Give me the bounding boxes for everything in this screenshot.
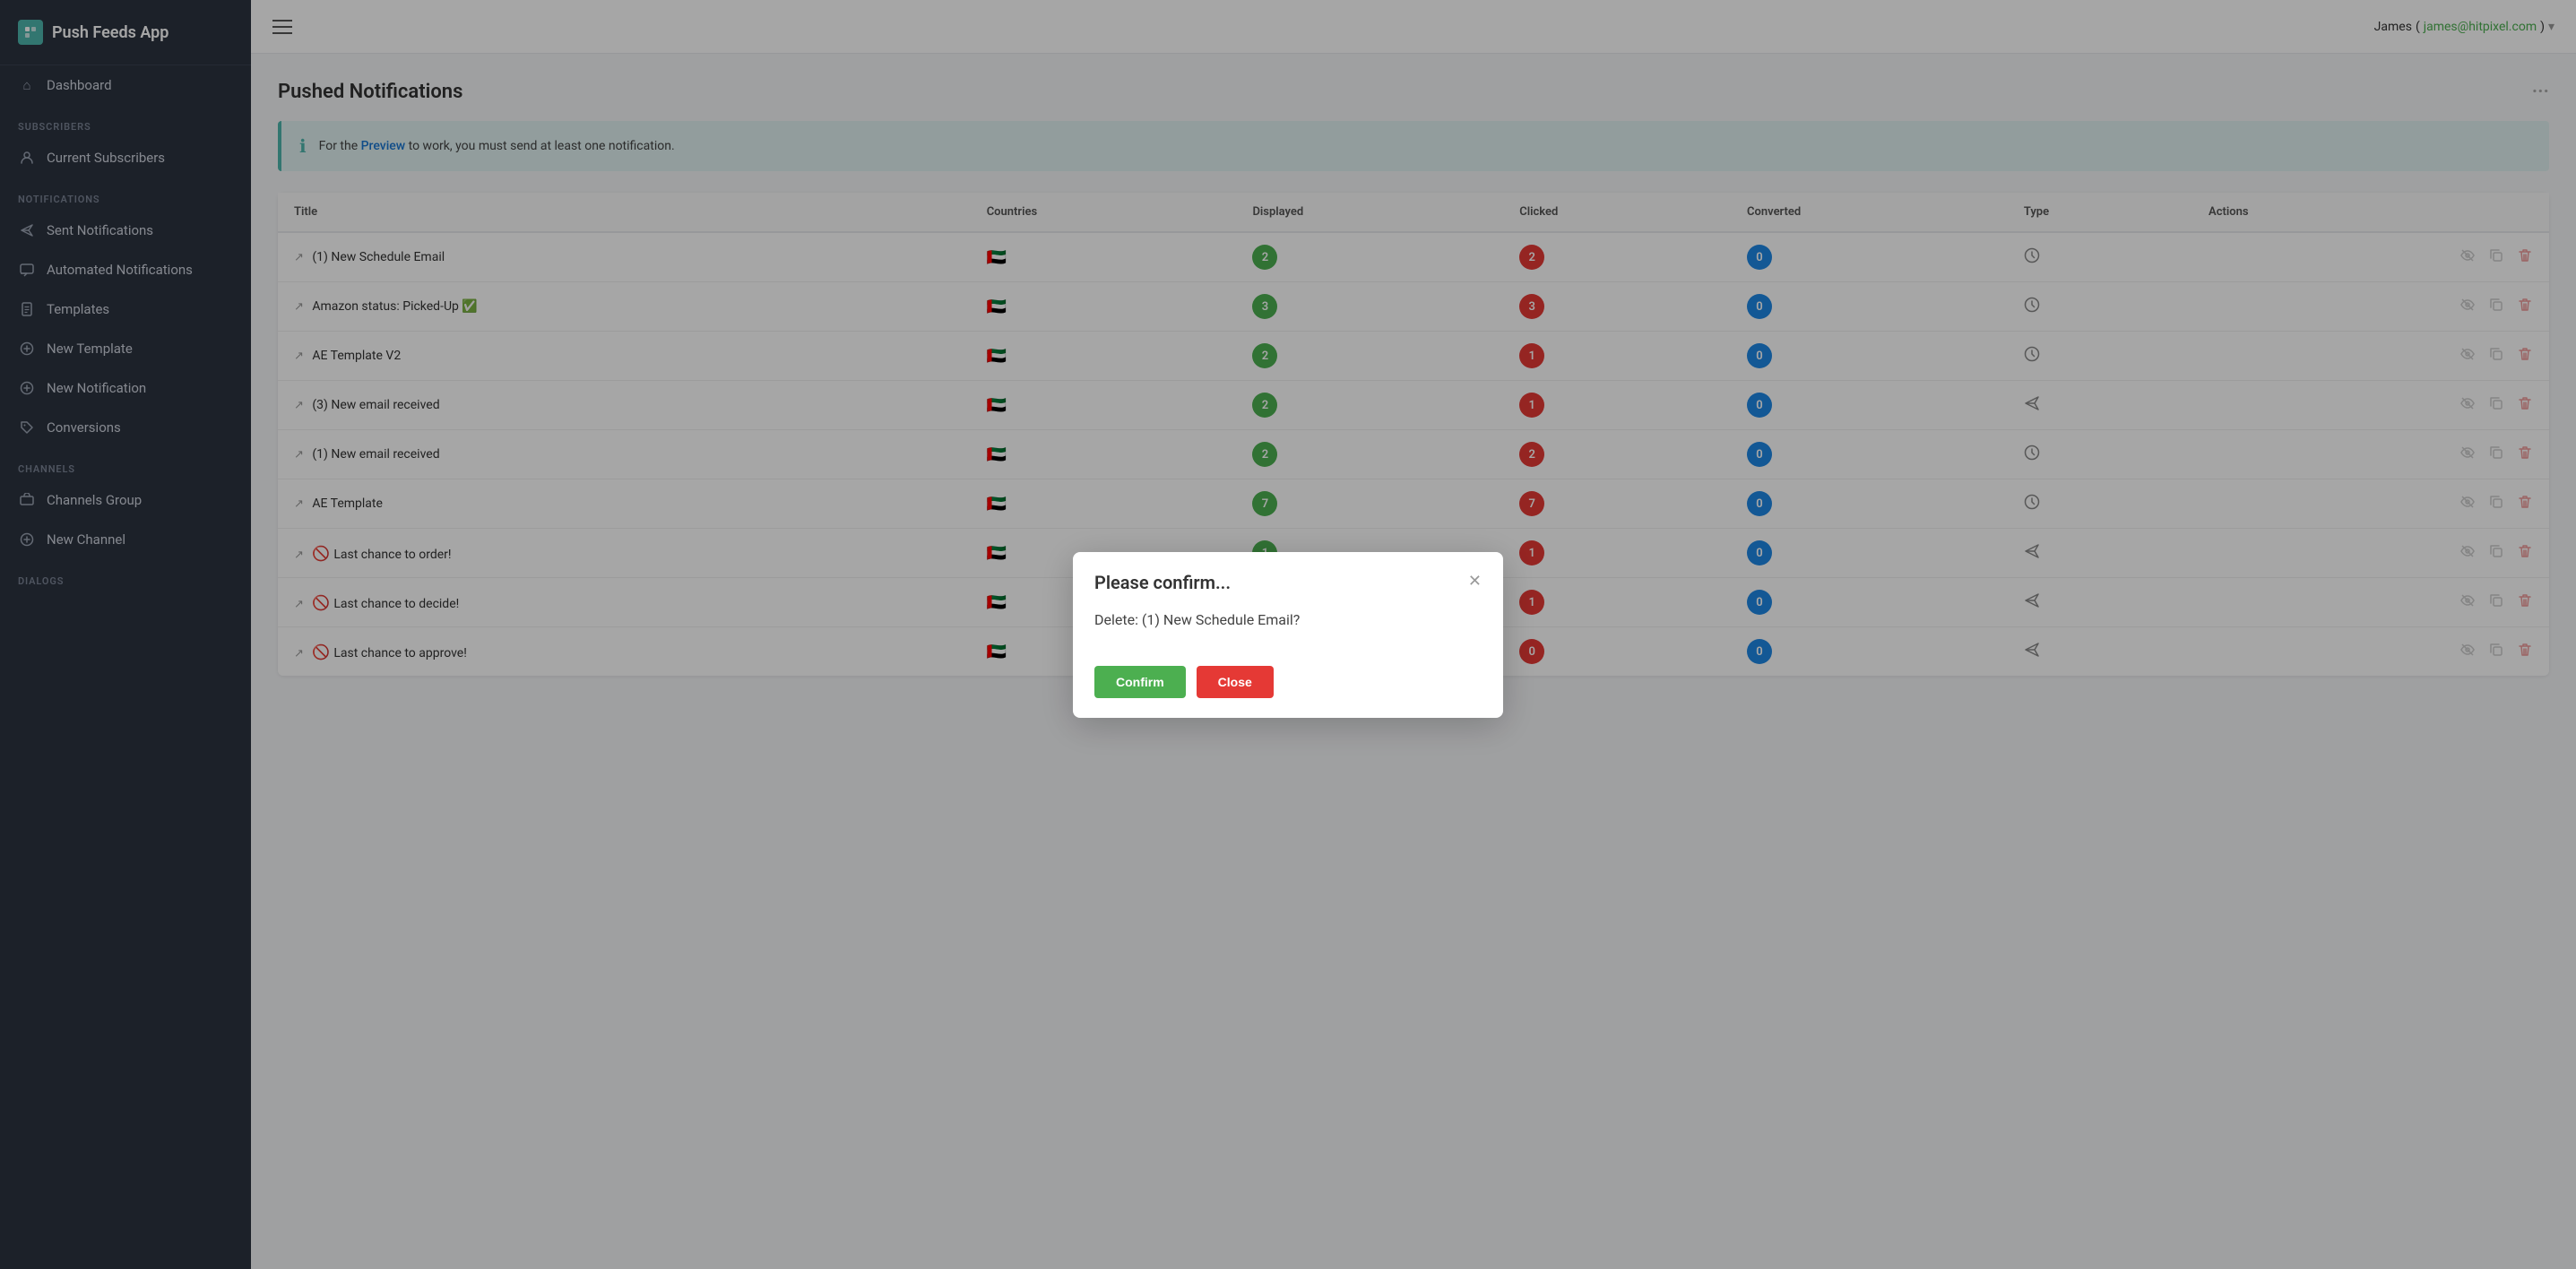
confirm-modal: Please confirm... ✕ Delete: (1) New Sche… <box>1073 552 1503 718</box>
confirm-button[interactable]: Confirm <box>1094 666 1186 698</box>
close-button[interactable]: Close <box>1197 666 1274 698</box>
modal-header: Please confirm... ✕ <box>1073 552 1503 593</box>
modal-title: Please confirm... <box>1094 572 1231 593</box>
modal-footer: Confirm Close <box>1073 653 1503 718</box>
modal-close-x-button[interactable]: ✕ <box>1468 574 1482 590</box>
modal-body: Delete: (1) New Schedule Email? <box>1073 593 1503 653</box>
modal-overlay[interactable]: Please confirm... ✕ Delete: (1) New Sche… <box>0 0 2576 1269</box>
